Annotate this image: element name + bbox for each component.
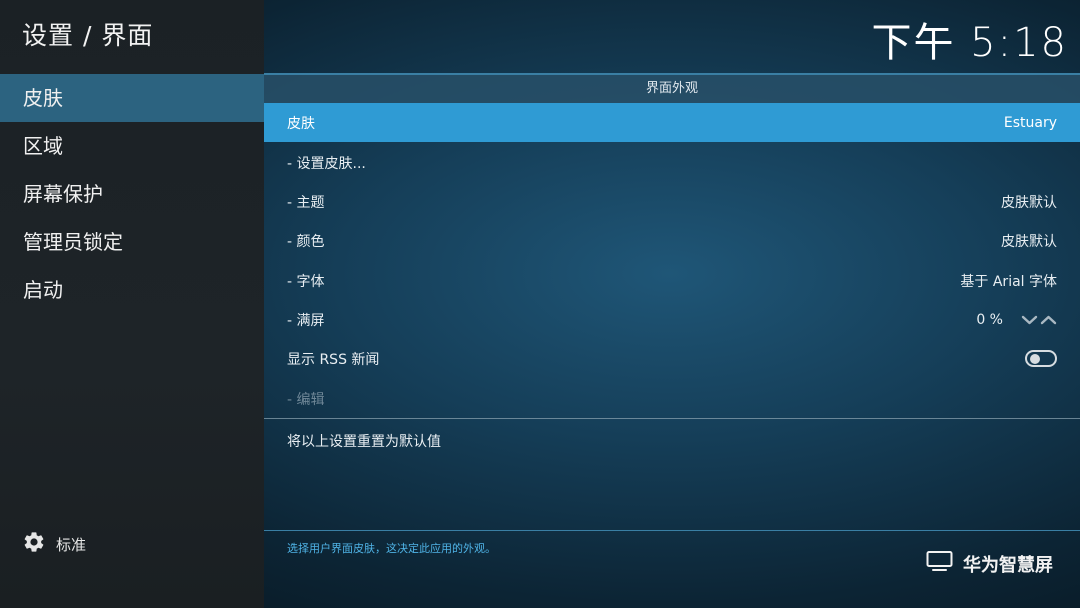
setting-label: 显示 RSS 新闻 <box>287 351 380 368</box>
rss-toggle[interactable] <box>1025 350 1057 367</box>
setting-label: 将以上设置重置为默认值 <box>287 433 441 450</box>
setting-value: 皮肤默认 <box>1001 233 1057 250</box>
sidebar-item-regional[interactable]: 区域 <box>0 122 264 170</box>
chevron-up-icon[interactable] <box>1040 314 1057 326</box>
section-header: 界面外观 <box>264 75 1080 103</box>
toggle-knob <box>1030 354 1040 364</box>
sidebar-item-skin[interactable]: 皮肤 <box>0 74 264 122</box>
setting-value: 基于 Arial 字体 <box>960 273 1057 290</box>
brand-label: 华为智慧屏 <box>963 554 1053 576</box>
setting-label: - 编辑 <box>287 391 325 408</box>
sidebar-menu: 皮肤 区域 屏幕保护 管理员锁定 启动 <box>0 74 264 314</box>
setting-value: 皮肤默认 <box>1001 194 1057 211</box>
reset-defaults-button[interactable]: 将以上设置重置为默认值 <box>264 421 1080 460</box>
setting-value: 0 % <box>976 311 1003 328</box>
setting-row-font[interactable]: - 字体 基于 Arial 字体 <box>264 261 1080 300</box>
setting-label: - 颜色 <box>287 233 325 250</box>
setting-row-configure-skin[interactable]: - 设置皮肤... <box>264 143 1080 182</box>
setting-label: 皮肤 <box>287 115 315 132</box>
setting-value: Estuary <box>1003 114 1057 131</box>
setting-row-colour[interactable]: - 颜色 皮肤默认 <box>264 221 1080 260</box>
setting-label: - 设置皮肤... <box>287 155 366 172</box>
setting-row-zoom[interactable]: - 满屏 0 % <box>264 300 1080 339</box>
settings-level-button[interactable]: 标准 <box>22 530 86 558</box>
spin-control <box>1021 314 1057 326</box>
setting-row-edit: - 编辑 <box>264 379 1080 418</box>
sidebar-item-screensaver[interactable]: 屏幕保护 <box>0 170 264 218</box>
setting-label: - 字体 <box>287 273 325 290</box>
setting-row-rss[interactable]: 显示 RSS 新闻 <box>264 339 1080 378</box>
setting-row-skin[interactable]: 皮肤 Estuary <box>264 103 1080 142</box>
setting-label: - 主题 <box>287 194 325 211</box>
sidebar: 设置 / 界面 皮肤 区域 屏幕保护 管理员锁定 启动 标准 <box>0 0 264 608</box>
setting-label: - 满屏 <box>287 312 325 329</box>
chevron-down-icon[interactable] <box>1021 314 1038 326</box>
setting-value-group: 0 % <box>976 312 1057 328</box>
clock: 下午 5:18 <box>871 20 1068 66</box>
panel-separator <box>264 418 1080 419</box>
setting-description: 选择用户界面皮肤，这决定此应用的外观。 <box>287 542 496 555</box>
panel-divider-bottom <box>264 530 1080 531</box>
breadcrumb: 设置 / 界面 <box>22 21 154 50</box>
sidebar-item-startup[interactable]: 启动 <box>0 266 264 314</box>
setting-row-theme[interactable]: - 主题 皮肤默认 <box>264 182 1080 221</box>
settings-screen: 设置 / 界面 皮肤 区域 屏幕保护 管理员锁定 启动 标准 下午 5:18 界… <box>0 0 1080 608</box>
gear-icon <box>22 530 46 558</box>
tv-icon <box>926 550 953 577</box>
sidebar-item-master-lock[interactable]: 管理员锁定 <box>0 218 264 266</box>
settings-panel: 界面外观 皮肤 Estuary - 设置皮肤... - 主题 皮肤默认 - 颜色… <box>264 73 1080 531</box>
settings-level-label: 标准 <box>56 535 87 554</box>
brand-watermark: 华为智慧屏 <box>926 550 1053 577</box>
